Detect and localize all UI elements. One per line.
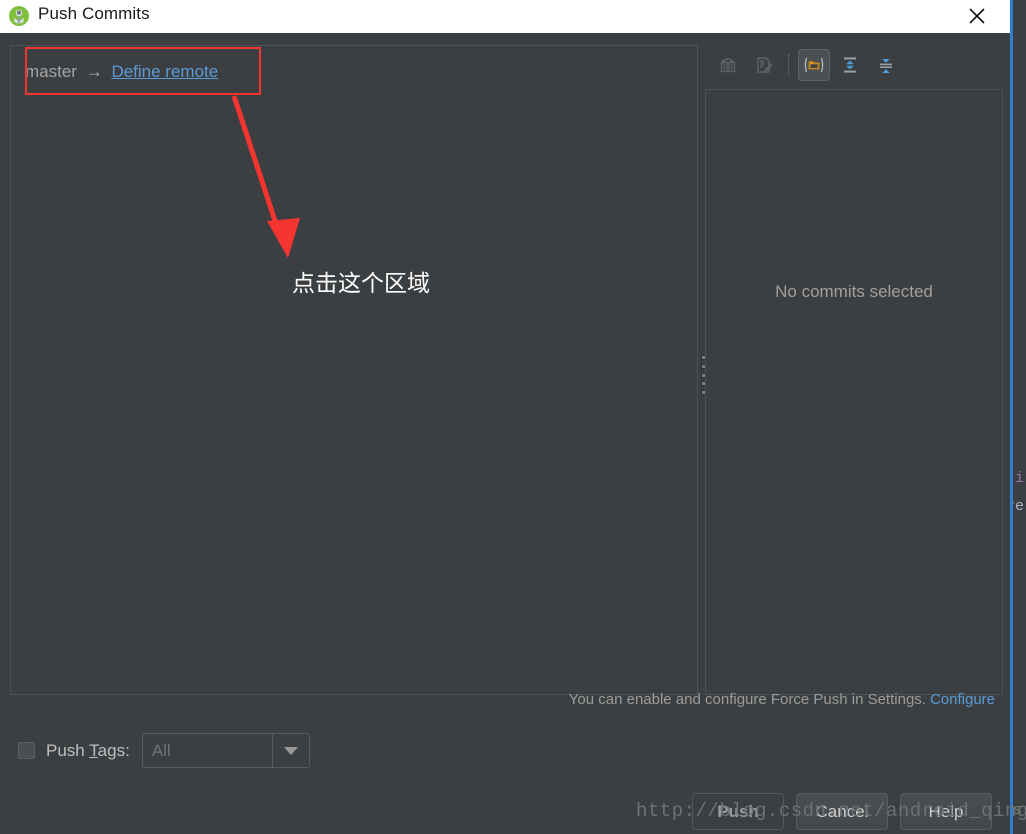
diff-toolbar [703,45,1003,85]
dialog-titlebar: Push Commits [0,0,1010,34]
collapse-all-icon[interactable] [870,49,902,81]
close-icon[interactable] [954,0,1000,32]
folder-view-icon[interactable] [798,49,830,81]
push-tags-label-mnemonic: T [89,740,98,760]
force-push-hint: You can enable and configure Force Push … [569,691,995,708]
arrow-right-icon: → [85,62,103,81]
local-branch-label: master [25,62,77,81]
push-tags-row: Push Tags: All [18,733,310,768]
background-code-3: s [1012,802,1022,819]
push-tags-combo[interactable]: All [141,733,310,768]
force-push-hint-text: You can enable and configure Force Push … [568,691,926,708]
diff-panel: No commits selected [703,45,1003,695]
chevron-down-icon[interactable] [271,734,309,767]
annotate-icon[interactable] [748,49,780,81]
revert-icon[interactable] [712,49,744,81]
no-commits-message: No commits selected [775,282,933,301]
push-tags-checkbox[interactable] [18,742,35,759]
toolbar-separator [788,54,790,76]
diff-content-area[interactable]: No commits selected [705,89,1003,695]
android-studio-icon [8,5,30,27]
define-remote-link[interactable]: Define remote [111,62,218,81]
push-commits-dialog: Push Commits master → Define remote No c… [0,0,1013,834]
branch-row: master → Define remote [25,62,218,82]
push-tags-label-suffix: ags: [97,740,130,760]
push-tags-label: Push Tags: [46,741,130,761]
push-tags-label-prefix: Push [46,740,90,760]
cancel-button[interactable]: Cancel [796,793,888,830]
configure-link[interactable]: Configure [930,691,995,708]
dialog-title: Push Commits [38,4,150,23]
help-button[interactable]: Help [900,793,992,830]
dialog-button-row: Push Cancel Help [692,793,992,830]
expand-all-icon[interactable] [834,49,866,81]
push-button[interactable]: Push [692,793,784,830]
screen-root: ;i re s Push Commits master → Define rem… [0,0,1026,834]
push-tags-combo-value: All [151,740,171,760]
dialog-body: master → Define remote No commits select… [0,33,1010,834]
commits-list-panel[interactable]: master → Define remote [10,45,698,695]
